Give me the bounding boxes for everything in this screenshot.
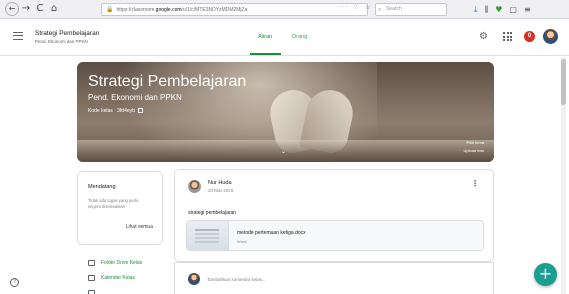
chevron-down-icon[interactable]: ⌄ bbox=[281, 148, 286, 155]
url-prefix: https://classroom. bbox=[116, 6, 156, 13]
page-scrollbar[interactable] bbox=[561, 57, 566, 294]
scrollbar-thumb[interactable] bbox=[561, 59, 566, 105]
banner-subtitle: Pend. Ekonomi dan PPKN bbox=[88, 93, 182, 102]
home-icon[interactable]: ⌂ bbox=[47, 2, 61, 16]
help-icon[interactable]: ? bbox=[10, 278, 19, 287]
back-icon[interactable]: ← bbox=[5, 2, 19, 16]
commenter-avatar bbox=[188, 273, 200, 285]
class-drive-folder-label: Folder Drive Kelas bbox=[101, 260, 143, 266]
class-code: Kode kelas 3fd4eyb bbox=[88, 108, 144, 114]
class-calendar-link[interactable]: Kalender Kelas bbox=[88, 275, 135, 281]
more-options-icon[interactable]: ⋮ bbox=[471, 179, 479, 188]
reload-icon[interactable]: C bbox=[33, 2, 47, 16]
hamburger-menu-icon[interactable]: ≡ bbox=[524, 3, 531, 16]
calendar-icon bbox=[88, 275, 95, 281]
class-calendar-label: Kalender Kelas bbox=[101, 275, 135, 281]
post-date: 20 Mar 2019 bbox=[208, 188, 234, 193]
page-actions-icons[interactable]: ··· ♡ ☆ bbox=[338, 4, 372, 11]
browser-extension-icons: ⤓ ⫼ ♥ ▢ ≡ bbox=[474, 3, 531, 16]
tab-people[interactable]: Orang bbox=[292, 34, 307, 40]
notification-badge[interactable]: 0 bbox=[524, 31, 535, 42]
banner-title: Strategi Pembelajaran bbox=[88, 73, 247, 90]
apps-grid-icon[interactable] bbox=[503, 32, 512, 41]
class-drive-folder-link[interactable]: Folder Drive Kelas bbox=[88, 260, 142, 266]
folder-icon bbox=[88, 260, 95, 266]
sidebar-icon[interactable]: ▢ bbox=[509, 3, 517, 16]
active-tab-indicator bbox=[250, 53, 281, 55]
post-author: Nur Huda bbox=[208, 180, 232, 186]
attachment-title: metode pertemuan ketiga.docx bbox=[237, 230, 306, 236]
extension-icon[interactable]: ♥ bbox=[495, 3, 502, 16]
post-attachment[interactable]: metode pertemuan ketiga.docx Word bbox=[186, 220, 484, 251]
view-all-link[interactable]: Lihat semua bbox=[126, 224, 153, 230]
class-comment-box[interactable]: Tambahkan komentar kelas... bbox=[174, 262, 494, 294]
browser-search-input[interactable]: ⌕ Search bbox=[375, 3, 447, 16]
classroom-header: Strategi Pembelajaran Pend. Ekonomi dan … bbox=[0, 20, 569, 56]
attachment-type: Word bbox=[237, 239, 247, 244]
class-code-value: 3fd4eyb bbox=[117, 108, 135, 114]
fullscreen-icon[interactable] bbox=[138, 108, 144, 113]
main-menu-icon[interactable] bbox=[13, 32, 23, 40]
class-subtitle: Pend. Ekonomi dan PPKN bbox=[35, 39, 88, 44]
upcoming-title: Mendatang bbox=[88, 184, 116, 190]
gear-icon[interactable]: ⚙ bbox=[479, 31, 488, 42]
post-body: strategi pembelajaran bbox=[188, 210, 237, 216]
search-placeholder: Search bbox=[386, 6, 402, 12]
link-icon bbox=[88, 290, 95, 294]
address-bar[interactable]: 🔒 https://classroom. google.com/u/1/c/MTE… bbox=[101, 3, 368, 16]
forward-icon[interactable]: → bbox=[19, 2, 33, 16]
tab-stream[interactable]: Aliran bbox=[258, 34, 272, 40]
attachment-thumbnail bbox=[187, 221, 229, 250]
upcoming-card: Mendatang Tidak ada tugas yang perlu seg… bbox=[77, 171, 163, 245]
select-theme-link[interactable]: Pilih tema bbox=[466, 140, 484, 145]
url-suffix: /u/1/c/MTE3NDYzMDM2MjZa bbox=[181, 6, 248, 13]
class-name[interactable]: Strategi Pembelajaran bbox=[35, 30, 99, 37]
post-author-avatar bbox=[188, 180, 201, 193]
library-icon[interactable]: ⫼ bbox=[485, 3, 489, 16]
stream-post: Nur Huda 20 Mar 2019 ⋮ strategi pembelaj… bbox=[174, 169, 494, 262]
account-avatar[interactable] bbox=[543, 29, 558, 44]
upload-photo-link[interactable]: Upload foto bbox=[464, 148, 484, 153]
download-icon[interactable]: ⤓ bbox=[474, 3, 478, 16]
class-code-label: Kode kelas bbox=[88, 108, 113, 114]
class-banner: Strategi Pembelajaran Pend. Ekonomi dan … bbox=[77, 62, 494, 162]
comment-input[interactable]: Tambahkan komentar kelas... bbox=[207, 277, 266, 282]
add-post-button[interactable]: + bbox=[534, 263, 557, 286]
search-icon: ⌕ bbox=[378, 6, 382, 13]
lock-icon: 🔒 bbox=[106, 6, 114, 13]
partial-side-link[interactable] bbox=[88, 290, 101, 294]
url-domain: google.com bbox=[155, 6, 182, 13]
upcoming-empty-text: Tidak ada tugas yang perlu segera disele… bbox=[88, 198, 139, 209]
